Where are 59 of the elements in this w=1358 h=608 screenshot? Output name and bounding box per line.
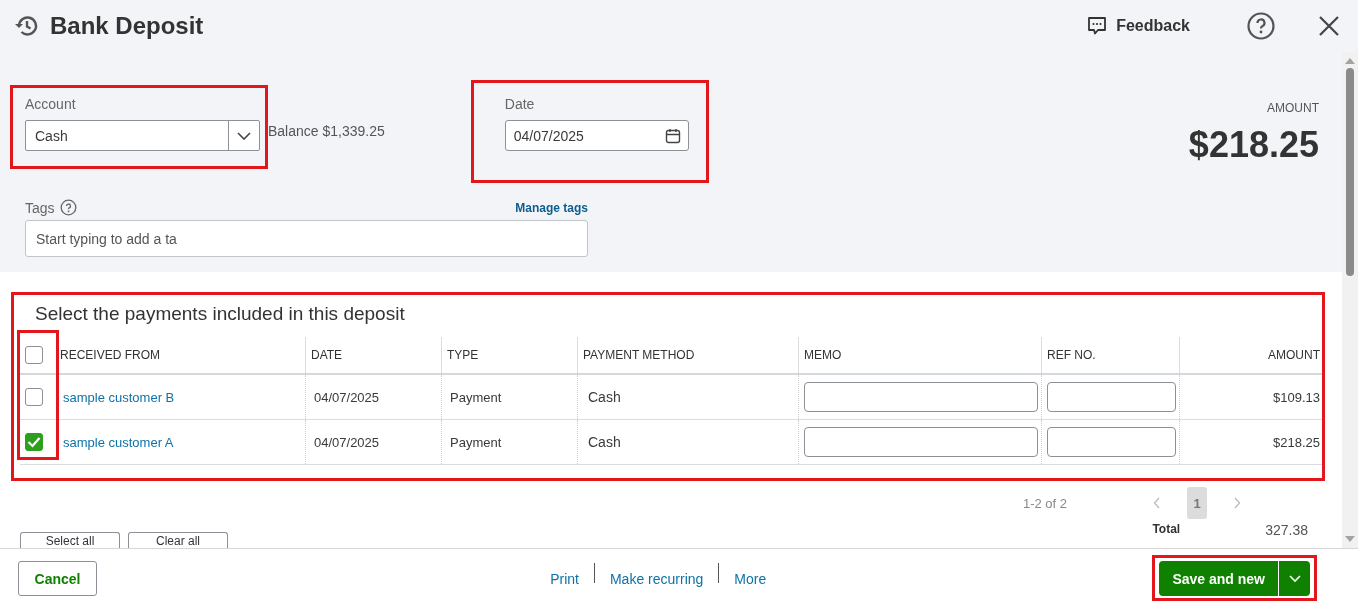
footer-link[interactable]: More — [719, 570, 782, 587]
section-heading: Select the payments included in this deposit — [35, 303, 406, 325]
customer-link[interactable]: sample customer A — [55, 420, 305, 464]
column-header: AMOUNT — [1179, 337, 1322, 373]
ref-no-field[interactable] — [1047, 382, 1176, 412]
memo-field[interactable] — [804, 382, 1038, 412]
table-cell: Cash — [577, 420, 798, 464]
previous-page-icon[interactable] — [1153, 497, 1161, 509]
history-icon — [14, 13, 40, 39]
column-header: RECEIVED FROM — [59, 347, 161, 364]
column-header: REF NO. — [1041, 337, 1179, 373]
page-button[interactable]: 1 — [1187, 487, 1207, 519]
customer-link[interactable]: sample customer B — [55, 375, 305, 419]
table-action-button[interactable]: Clear all — [128, 532, 228, 548]
footer-link[interactable]: Print — [535, 570, 594, 587]
column-header: PAYMENT METHOD — [577, 337, 798, 373]
amount-value: $218.25 — [1188, 124, 1319, 166]
next-page-icon[interactable] — [1233, 497, 1241, 509]
field-label: Account — [25, 96, 77, 112]
balance-text: Balance $1,339.25 — [268, 123, 385, 139]
date-field[interactable]: 04/07/2025 — [504, 120, 689, 151]
column-header: DATE — [305, 337, 441, 373]
column-header: MEMO — [798, 337, 1041, 373]
account-dropdown[interactable]: Cash — [25, 120, 260, 151]
field-label: Tags — [25, 199, 55, 216]
manage-tags-link[interactable]: Manage tags — [515, 200, 588, 215]
table-cell: $218.25 — [1179, 420, 1322, 464]
help-icon[interactable] — [59, 199, 77, 216]
window-title: Bank Deposit — [50, 12, 204, 40]
total-label: Total — [1152, 522, 1181, 536]
speech-bubble-icon — [1086, 15, 1109, 37]
table-cell: Payment — [441, 375, 577, 419]
ref-no-field[interactable] — [1047, 427, 1176, 457]
help-icon[interactable] — [1246, 11, 1276, 41]
feedback-button[interactable]: Feedback — [1086, 15, 1190, 37]
field-label: Date — [504, 96, 536, 112]
table-cell: 04/07/2025 — [305, 420, 441, 464]
caret-icon — [237, 131, 251, 140]
amount-label: AMOUNT — [1266, 101, 1319, 115]
memo-field[interactable] — [804, 427, 1038, 457]
checkbox[interactable] — [25, 388, 43, 406]
calendar-icon[interactable] — [664, 127, 681, 144]
checkbox[interactable] — [25, 433, 43, 451]
save-split-button[interactable]: Save and new — [1159, 561, 1310, 596]
checkbox[interactable] — [25, 346, 43, 364]
table-cell: Payment — [441, 420, 577, 464]
caret-icon[interactable] — [1288, 574, 1301, 583]
tags-field[interactable]: Start typing to add a ta — [25, 220, 588, 257]
table-cell: 04/07/2025 — [305, 375, 441, 419]
cancel-button[interactable]: Cancel — [18, 561, 97, 596]
table-action-button[interactable]: Select all — [20, 532, 120, 548]
column-header: TYPE — [441, 337, 577, 373]
footer-link[interactable]: Make recurring — [594, 570, 719, 587]
close-icon[interactable] — [1318, 15, 1340, 37]
table-cell: Cash — [577, 375, 798, 419]
page-range: 1-2 of 2 — [1022, 495, 1067, 511]
table-cell: $109.13 — [1179, 375, 1322, 419]
scrollbar[interactable] — [1342, 52, 1358, 548]
total-value: 327.38 — [1265, 522, 1308, 538]
